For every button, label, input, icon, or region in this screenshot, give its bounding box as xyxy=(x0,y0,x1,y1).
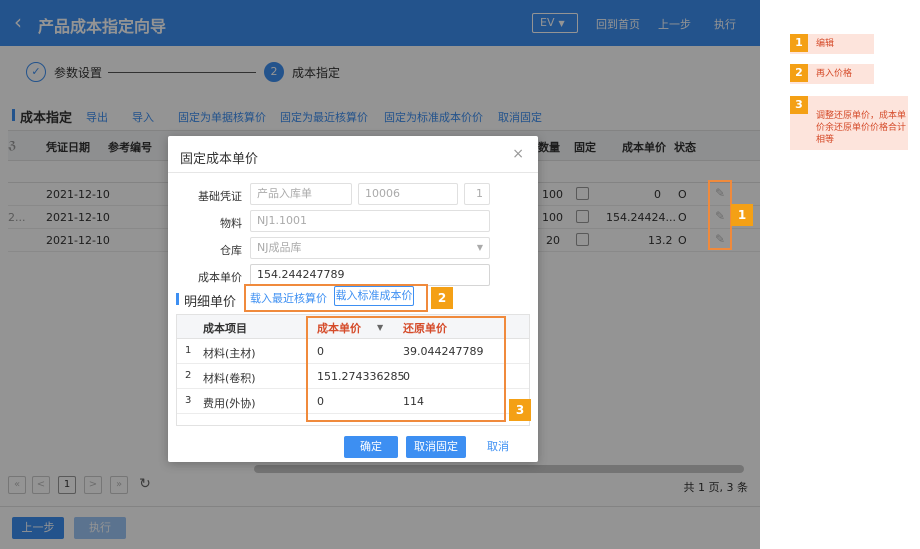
unfix-button[interactable]: 取消固定 xyxy=(406,436,466,458)
note-1: 1 编辑 xyxy=(790,34,874,54)
voucher-no-field: 10006 xyxy=(358,183,458,205)
note-1-text: 编辑 xyxy=(816,39,835,49)
highlight-edit-icons xyxy=(708,180,732,250)
note-2-number: 2 xyxy=(790,64,808,82)
highlight-load-buttons xyxy=(244,284,428,312)
close-icon[interactable]: × xyxy=(512,146,524,162)
badge-3: 3 xyxy=(509,399,531,421)
row-item: 材料(主材) xyxy=(203,347,256,360)
row-no: 1 xyxy=(185,345,192,356)
unit-cost-label: 成本单价 xyxy=(198,271,242,284)
voucher-line-field: 1 xyxy=(464,183,490,205)
row-item: 材料(卷积) xyxy=(203,372,256,385)
note-3-text: 调整还原单价，成本单价余还原单价价格合计相等 xyxy=(816,111,907,145)
voucher-type-field: 产品入库单 xyxy=(250,183,352,205)
note-1-number: 1 xyxy=(790,34,808,52)
app-screen: ‹ 产品成本指定向导 EV ▼ 回到首页 上一步 执行 ✓ 参数设置 2 成本指定… xyxy=(0,0,760,549)
detail-section-title: 明细单价 xyxy=(184,295,237,310)
badge-2: 2 xyxy=(431,287,453,309)
warehouse-label: 仓库 xyxy=(220,244,242,257)
note-3: 3 调整还原单价，成本单价余还原单价价格合计相等 xyxy=(790,96,908,150)
dialog-divider xyxy=(168,172,538,173)
dialog-title: 固定成本单价 xyxy=(180,152,259,167)
row-item: 费用(外协) xyxy=(203,397,256,410)
note-2: 2 再入价格 xyxy=(790,64,874,84)
highlight-price-columns xyxy=(306,316,506,422)
unit-cost-input[interactable]: 154.244247789 xyxy=(250,264,490,286)
basic-voucher-label: 基础凭证 xyxy=(198,190,242,203)
badge-1: 1 xyxy=(731,204,753,226)
material-field: NJ1.1001 xyxy=(250,210,490,232)
col-cost-item: 成本项目 xyxy=(203,322,247,335)
row-no: 3 xyxy=(185,395,192,406)
warehouse-value: NJ成品库 xyxy=(257,241,302,254)
chevron-down-icon: ▼ xyxy=(476,243,483,252)
row-no: 2 xyxy=(185,370,192,381)
cancel-button[interactable]: 取消 xyxy=(478,436,518,458)
warehouse-select: NJ成品库 ▼ xyxy=(250,237,490,259)
note-3-number: 3 xyxy=(790,96,808,114)
material-label: 物料 xyxy=(220,217,242,230)
confirm-button[interactable]: 确定 xyxy=(344,436,398,458)
note-2-text: 再入价格 xyxy=(816,69,853,79)
section-accent xyxy=(176,293,179,305)
